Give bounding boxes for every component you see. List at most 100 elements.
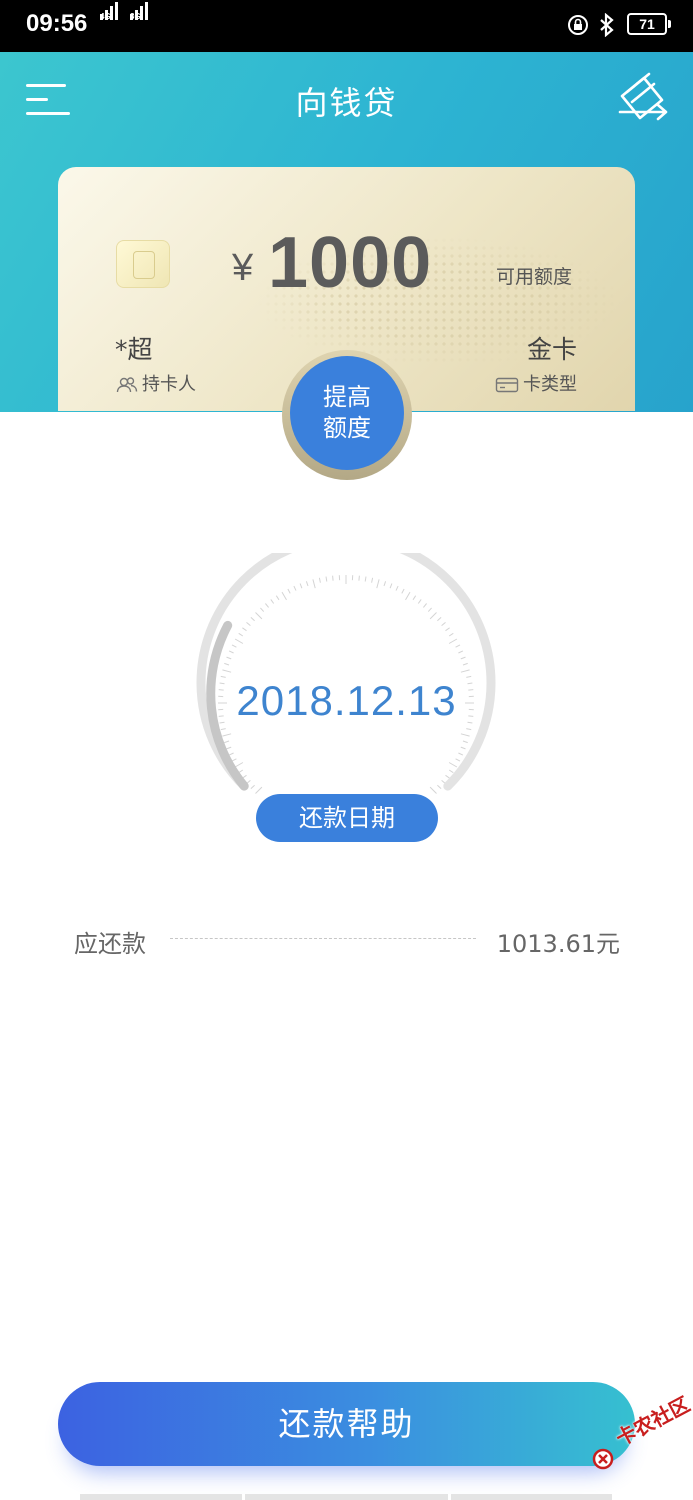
gauge-tick <box>265 603 269 608</box>
available-limit-label: 可用额度 <box>496 266 573 288</box>
card-icon <box>495 377 519 393</box>
gauge-tick <box>220 728 226 731</box>
gauge-tick <box>383 581 387 587</box>
repayment-date-button[interactable]: 还款日期 <box>256 794 438 842</box>
card-type-label-text: 卡类型 <box>523 374 577 395</box>
available-limit-amount: 1000 <box>268 223 433 303</box>
status-time: 09:56 <box>26 10 88 37</box>
gauge-tick <box>448 638 458 644</box>
gauge-tick <box>460 746 466 750</box>
gauge-tick <box>224 740 230 744</box>
gauge-tick <box>275 595 280 601</box>
gauge-tick <box>255 612 263 620</box>
currency-symbol: ¥ <box>232 247 254 289</box>
gauge-tick <box>293 585 297 591</box>
card-chip-icon <box>116 240 170 288</box>
gauge-tick <box>228 752 234 756</box>
gauge-tick <box>427 607 432 612</box>
raise-limit-line1: 提高 <box>323 383 371 411</box>
raise-limit-line2: 额度 <box>323 414 371 442</box>
gauge-tick <box>448 762 458 768</box>
gauge-tick <box>458 752 464 756</box>
gauge-tick <box>250 617 255 622</box>
gauge-tick <box>462 662 468 666</box>
gauge-tick <box>412 595 417 601</box>
gauge-tick <box>250 784 255 789</box>
amount-due-value: 1013.61元 <box>496 930 620 958</box>
gauge-tick <box>270 599 275 604</box>
gauge-tick <box>332 575 334 581</box>
gauge-track <box>196 553 496 791</box>
raise-limit-button[interactable]: 提高 额度 <box>290 356 404 470</box>
gauge-tick <box>401 588 405 594</box>
gauge-tick <box>460 669 470 673</box>
gauge-tick <box>234 638 244 644</box>
gauge-tick <box>222 733 232 737</box>
gauge-tick <box>287 588 291 594</box>
gauge-tick <box>325 576 328 582</box>
gauge-tick <box>460 656 466 660</box>
gauge-tick <box>460 733 470 737</box>
status-bar: 09:56 4G 3G 71 <box>0 0 693 52</box>
gauge-tick <box>445 774 450 779</box>
gauge-tick <box>462 740 468 744</box>
gauge-tick <box>364 576 367 582</box>
card-holder-name: *超 <box>115 335 153 364</box>
watermark-logo: 卡农社区 <box>592 1392 693 1474</box>
amount-due-label: 应还款 <box>74 930 146 958</box>
card-holder-label: 持卡人 <box>116 370 196 396</box>
gauge-tick <box>231 758 237 762</box>
gauge-tick <box>242 627 247 632</box>
gauge-tick <box>312 579 316 589</box>
dotted-leader <box>170 938 476 939</box>
gauge-tick <box>395 585 399 591</box>
amount-due-row: 应还款 1013.61元 <box>74 920 620 958</box>
gauge-tick <box>455 644 461 648</box>
repayment-date: 2018.12.13 <box>236 677 457 724</box>
gauge-tick <box>305 581 309 587</box>
gauge-tick <box>466 728 472 731</box>
gauge-tick <box>318 577 321 583</box>
gauge-tick <box>238 632 244 637</box>
gauge-tick <box>376 579 380 589</box>
gauge-tick <box>448 769 454 774</box>
gauge-tick <box>423 603 427 608</box>
gauge-tick <box>228 650 234 654</box>
repayment-help-button[interactable]: 还款帮助 <box>58 1382 635 1466</box>
card-switch-icon[interactable] <box>614 72 674 126</box>
people-icon <box>116 377 138 393</box>
gauge-tick <box>371 577 374 583</box>
lock-rotation-icon <box>568 15 588 35</box>
gauge-tick <box>260 607 265 612</box>
gauge-tick <box>455 758 461 762</box>
card-holder-label-text: 持卡人 <box>142 374 196 395</box>
watermark-icon <box>592 1448 614 1470</box>
gauge-tick <box>458 650 464 654</box>
gauge-tick <box>417 599 422 604</box>
gauge-tick <box>226 746 232 750</box>
card-type-value: 金卡 <box>526 335 577 364</box>
gauge-tick <box>441 622 446 626</box>
gauge-tick <box>226 656 232 660</box>
gauge-tick <box>405 591 411 601</box>
gauge-tick <box>281 591 287 601</box>
card-type-label: 卡类型 <box>495 370 577 396</box>
gauge-tick <box>234 762 244 768</box>
gauge-tick <box>429 786 437 794</box>
gauge-tick <box>222 669 232 673</box>
gauge-tick <box>299 583 303 589</box>
gauge-tick <box>445 627 450 632</box>
gauge-tick <box>429 612 437 620</box>
bottom-tab-strip <box>80 1494 612 1500</box>
gauge-tick <box>437 784 442 789</box>
status-icons: 71 <box>567 12 671 40</box>
gauge-tick <box>255 786 263 794</box>
gauge-tick <box>231 644 237 648</box>
gauge-tick <box>246 622 251 626</box>
battery-icon: 71 <box>627 13 671 35</box>
gauge-tick <box>437 617 442 622</box>
gauge-tick <box>224 662 230 666</box>
gauge-tick <box>448 632 454 637</box>
gauge-tick <box>358 575 360 581</box>
gauge-tick <box>389 583 393 589</box>
